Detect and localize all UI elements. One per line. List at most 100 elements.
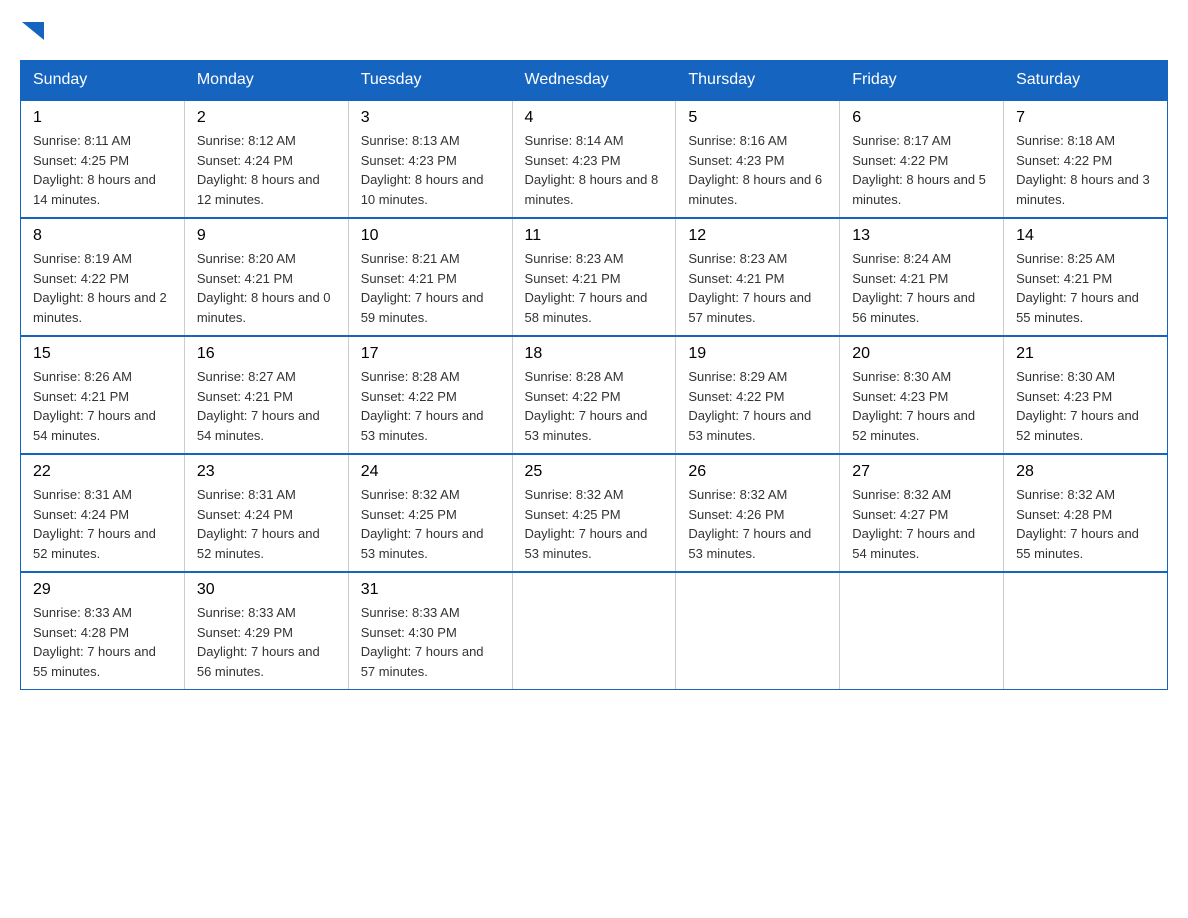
- logo: [20, 20, 44, 40]
- header-friday: Friday: [840, 61, 1004, 101]
- day-number: 13: [852, 227, 991, 245]
- day-number: 2: [197, 109, 336, 127]
- day-number: 6: [852, 109, 991, 127]
- day-number: 1: [33, 109, 172, 127]
- calendar-day-24: 24 Sunrise: 8:32 AM Sunset: 4:25 PM Dayl…: [348, 454, 512, 572]
- day-number: 29: [33, 581, 172, 599]
- calendar-table: SundayMondayTuesdayWednesdayThursdayFrid…: [20, 60, 1168, 690]
- header-tuesday: Tuesday: [348, 61, 512, 101]
- calendar-week-2: 8 Sunrise: 8:19 AM Sunset: 4:22 PM Dayli…: [21, 218, 1168, 336]
- calendar-day-4: 4 Sunrise: 8:14 AM Sunset: 4:23 PM Dayli…: [512, 100, 676, 218]
- header-monday: Monday: [184, 61, 348, 101]
- day-info: Sunrise: 8:26 AM Sunset: 4:21 PM Dayligh…: [33, 367, 172, 445]
- day-number: 30: [197, 581, 336, 599]
- calendar-week-5: 29 Sunrise: 8:33 AM Sunset: 4:28 PM Dayl…: [21, 572, 1168, 690]
- day-number: 4: [525, 109, 664, 127]
- calendar-day-11: 11 Sunrise: 8:23 AM Sunset: 4:21 PM Dayl…: [512, 218, 676, 336]
- header-wednesday: Wednesday: [512, 61, 676, 101]
- day-number: 28: [1016, 463, 1155, 481]
- calendar-day-27: 27 Sunrise: 8:32 AM Sunset: 4:27 PM Dayl…: [840, 454, 1004, 572]
- day-info: Sunrise: 8:32 AM Sunset: 4:25 PM Dayligh…: [361, 485, 500, 563]
- calendar-week-4: 22 Sunrise: 8:31 AM Sunset: 4:24 PM Dayl…: [21, 454, 1168, 572]
- day-number: 24: [361, 463, 500, 481]
- day-info: Sunrise: 8:31 AM Sunset: 4:24 PM Dayligh…: [197, 485, 336, 563]
- day-info: Sunrise: 8:23 AM Sunset: 4:21 PM Dayligh…: [525, 249, 664, 327]
- day-number: 15: [33, 345, 172, 363]
- calendar-day-16: 16 Sunrise: 8:27 AM Sunset: 4:21 PM Dayl…: [184, 336, 348, 454]
- calendar-empty-cell: [676, 572, 840, 690]
- calendar-empty-cell: [840, 572, 1004, 690]
- calendar-day-31: 31 Sunrise: 8:33 AM Sunset: 4:30 PM Dayl…: [348, 572, 512, 690]
- calendar-day-12: 12 Sunrise: 8:23 AM Sunset: 4:21 PM Dayl…: [676, 218, 840, 336]
- calendar-day-1: 1 Sunrise: 8:11 AM Sunset: 4:25 PM Dayli…: [21, 100, 185, 218]
- logo-arrow-icon: [22, 22, 44, 40]
- day-number: 5: [688, 109, 827, 127]
- calendar-day-18: 18 Sunrise: 8:28 AM Sunset: 4:22 PM Dayl…: [512, 336, 676, 454]
- day-info: Sunrise: 8:28 AM Sunset: 4:22 PM Dayligh…: [361, 367, 500, 445]
- header-thursday: Thursday: [676, 61, 840, 101]
- calendar-day-9: 9 Sunrise: 8:20 AM Sunset: 4:21 PM Dayli…: [184, 218, 348, 336]
- day-info: Sunrise: 8:31 AM Sunset: 4:24 PM Dayligh…: [33, 485, 172, 563]
- day-number: 19: [688, 345, 827, 363]
- calendar-day-30: 30 Sunrise: 8:33 AM Sunset: 4:29 PM Dayl…: [184, 572, 348, 690]
- calendar-day-22: 22 Sunrise: 8:31 AM Sunset: 4:24 PM Dayl…: [21, 454, 185, 572]
- calendar-day-13: 13 Sunrise: 8:24 AM Sunset: 4:21 PM Dayl…: [840, 218, 1004, 336]
- calendar-day-17: 17 Sunrise: 8:28 AM Sunset: 4:22 PM Dayl…: [348, 336, 512, 454]
- calendar-day-20: 20 Sunrise: 8:30 AM Sunset: 4:23 PM Dayl…: [840, 336, 1004, 454]
- calendar-day-14: 14 Sunrise: 8:25 AM Sunset: 4:21 PM Dayl…: [1004, 218, 1168, 336]
- calendar-day-2: 2 Sunrise: 8:12 AM Sunset: 4:24 PM Dayli…: [184, 100, 348, 218]
- day-info: Sunrise: 8:13 AM Sunset: 4:23 PM Dayligh…: [361, 131, 500, 209]
- day-number: 26: [688, 463, 827, 481]
- day-info: Sunrise: 8:33 AM Sunset: 4:30 PM Dayligh…: [361, 603, 500, 681]
- day-number: 16: [197, 345, 336, 363]
- calendar-week-3: 15 Sunrise: 8:26 AM Sunset: 4:21 PM Dayl…: [21, 336, 1168, 454]
- day-info: Sunrise: 8:17 AM Sunset: 4:22 PM Dayligh…: [852, 131, 991, 209]
- calendar-day-10: 10 Sunrise: 8:21 AM Sunset: 4:21 PM Dayl…: [348, 218, 512, 336]
- day-info: Sunrise: 8:25 AM Sunset: 4:21 PM Dayligh…: [1016, 249, 1155, 327]
- calendar-day-5: 5 Sunrise: 8:16 AM Sunset: 4:23 PM Dayli…: [676, 100, 840, 218]
- calendar-day-19: 19 Sunrise: 8:29 AM Sunset: 4:22 PM Dayl…: [676, 336, 840, 454]
- calendar-day-7: 7 Sunrise: 8:18 AM Sunset: 4:22 PM Dayli…: [1004, 100, 1168, 218]
- day-number: 20: [852, 345, 991, 363]
- day-number: 12: [688, 227, 827, 245]
- day-info: Sunrise: 8:20 AM Sunset: 4:21 PM Dayligh…: [197, 249, 336, 327]
- day-info: Sunrise: 8:30 AM Sunset: 4:23 PM Dayligh…: [852, 367, 991, 445]
- day-number: 22: [33, 463, 172, 481]
- day-info: Sunrise: 8:29 AM Sunset: 4:22 PM Dayligh…: [688, 367, 827, 445]
- day-number: 18: [525, 345, 664, 363]
- calendar-day-8: 8 Sunrise: 8:19 AM Sunset: 4:22 PM Dayli…: [21, 218, 185, 336]
- day-number: 25: [525, 463, 664, 481]
- day-number: 10: [361, 227, 500, 245]
- calendar-empty-cell: [512, 572, 676, 690]
- day-info: Sunrise: 8:28 AM Sunset: 4:22 PM Dayligh…: [525, 367, 664, 445]
- calendar-day-23: 23 Sunrise: 8:31 AM Sunset: 4:24 PM Dayl…: [184, 454, 348, 572]
- day-number: 7: [1016, 109, 1155, 127]
- day-info: Sunrise: 8:21 AM Sunset: 4:21 PM Dayligh…: [361, 249, 500, 327]
- header-sunday: Sunday: [21, 61, 185, 101]
- day-info: Sunrise: 8:27 AM Sunset: 4:21 PM Dayligh…: [197, 367, 336, 445]
- day-info: Sunrise: 8:30 AM Sunset: 4:23 PM Dayligh…: [1016, 367, 1155, 445]
- calendar-day-21: 21 Sunrise: 8:30 AM Sunset: 4:23 PM Dayl…: [1004, 336, 1168, 454]
- header-saturday: Saturday: [1004, 61, 1168, 101]
- day-number: 9: [197, 227, 336, 245]
- day-number: 31: [361, 581, 500, 599]
- day-number: 8: [33, 227, 172, 245]
- day-number: 21: [1016, 345, 1155, 363]
- day-info: Sunrise: 8:33 AM Sunset: 4:29 PM Dayligh…: [197, 603, 336, 681]
- calendar-header-row: SundayMondayTuesdayWednesdayThursdayFrid…: [21, 61, 1168, 101]
- day-number: 23: [197, 463, 336, 481]
- day-info: Sunrise: 8:32 AM Sunset: 4:25 PM Dayligh…: [525, 485, 664, 563]
- day-info: Sunrise: 8:32 AM Sunset: 4:26 PM Dayligh…: [688, 485, 827, 563]
- page-header: [20, 20, 1168, 40]
- day-info: Sunrise: 8:19 AM Sunset: 4:22 PM Dayligh…: [33, 249, 172, 327]
- day-number: 11: [525, 227, 664, 245]
- calendar-day-29: 29 Sunrise: 8:33 AM Sunset: 4:28 PM Dayl…: [21, 572, 185, 690]
- day-info: Sunrise: 8:16 AM Sunset: 4:23 PM Dayligh…: [688, 131, 827, 209]
- calendar-empty-cell: [1004, 572, 1168, 690]
- calendar-day-28: 28 Sunrise: 8:32 AM Sunset: 4:28 PM Dayl…: [1004, 454, 1168, 572]
- day-info: Sunrise: 8:32 AM Sunset: 4:28 PM Dayligh…: [1016, 485, 1155, 563]
- calendar-day-15: 15 Sunrise: 8:26 AM Sunset: 4:21 PM Dayl…: [21, 336, 185, 454]
- day-number: 3: [361, 109, 500, 127]
- day-info: Sunrise: 8:33 AM Sunset: 4:28 PM Dayligh…: [33, 603, 172, 681]
- day-info: Sunrise: 8:24 AM Sunset: 4:21 PM Dayligh…: [852, 249, 991, 327]
